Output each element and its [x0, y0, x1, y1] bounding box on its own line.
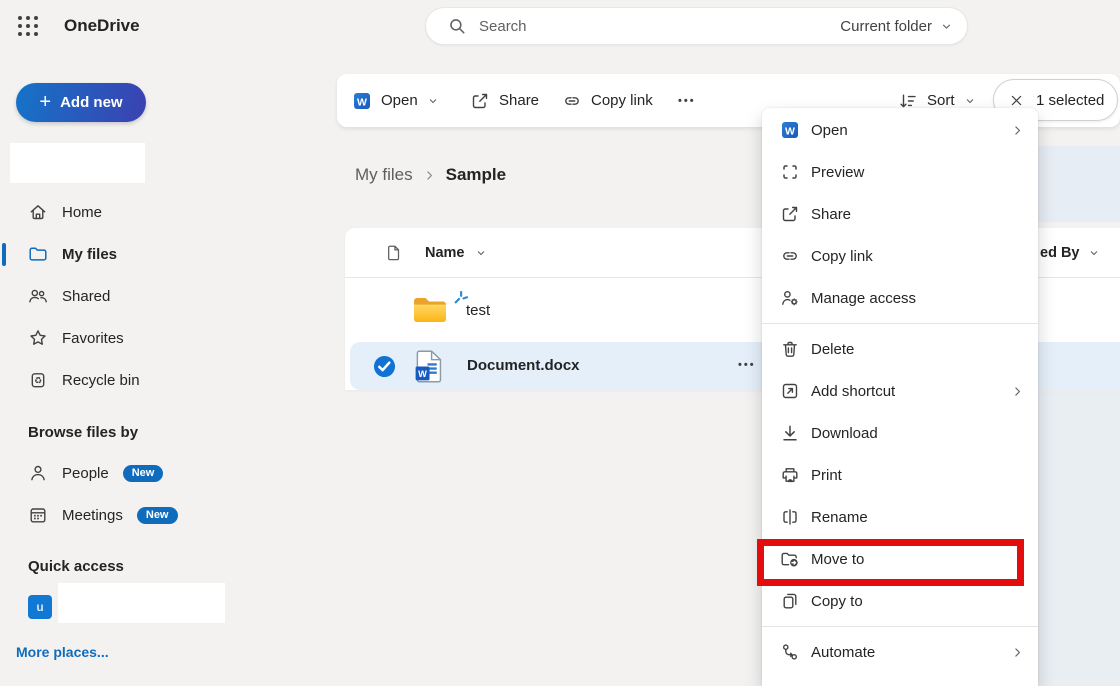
onedrive-window: OneDrive Search Current folder + Add new… [0, 0, 1120, 686]
menu-divider [762, 323, 1038, 324]
chevron-right-icon [1011, 124, 1024, 137]
chevron-right-icon [423, 169, 436, 182]
svg-text:W: W [785, 125, 795, 137]
chevron-down-icon [427, 95, 439, 107]
svg-text:W: W [418, 369, 427, 379]
calendar-icon [28, 505, 48, 525]
link-icon [562, 91, 582, 111]
sidebar-item-recycle-bin[interactable]: ♻ Recycle bin [10, 359, 240, 401]
sidebar-item-meetings[interactable]: Meetings New [10, 494, 240, 536]
menu-item-move-to[interactable]: Move to [762, 538, 1038, 580]
file-name[interactable]: test [466, 302, 490, 319]
background-panel [1038, 392, 1120, 686]
copy-to-icon [780, 591, 800, 611]
redacted-user-info [10, 143, 145, 183]
person-icon [28, 463, 48, 483]
new-badge: New [123, 465, 164, 482]
menu-item-share[interactable]: Share [762, 193, 1038, 235]
more-places-link[interactable]: More places... [16, 644, 109, 660]
chevron-down-icon [1088, 247, 1100, 259]
sidebar-item-people[interactable]: People New [10, 452, 240, 494]
breadcrumb-parent[interactable]: My files [355, 165, 413, 185]
search-icon [448, 17, 467, 36]
manage-access-icon [780, 288, 800, 308]
folder-icon [413, 296, 447, 322]
chevron-right-icon [1011, 646, 1024, 659]
file-type-column-icon[interactable] [385, 244, 403, 262]
selected-check-icon[interactable] [373, 355, 396, 378]
add-new-button[interactable]: + Add new [16, 83, 146, 122]
menu-item-print[interactable]: Print [762, 454, 1038, 496]
redacted-quick-access-item[interactable] [58, 583, 225, 623]
share-icon [780, 204, 800, 224]
app-launcher-waffle-icon[interactable] [16, 14, 42, 40]
link-icon [780, 246, 800, 266]
share-button[interactable]: Share [470, 74, 539, 127]
sidebar-item-favorites[interactable]: Favorites [10, 317, 240, 359]
background-panel [1038, 146, 1120, 222]
open-button[interactable]: W Open [352, 74, 439, 127]
menu-item-delete[interactable]: Delete [762, 328, 1038, 370]
printer-icon [780, 465, 800, 485]
trash-icon [780, 339, 800, 359]
folder-icon [28, 244, 48, 264]
chevron-right-icon [1011, 385, 1024, 398]
preview-icon [780, 162, 800, 182]
name-column-header[interactable]: Name [425, 245, 487, 261]
automate-icon [780, 642, 800, 662]
search-input[interactable]: Search [479, 18, 840, 35]
ellipsis-icon: ••• [678, 95, 696, 107]
copy-link-button[interactable]: Copy link [562, 74, 653, 127]
word-icon: W [780, 120, 800, 140]
menu-item-preview[interactable]: Preview [762, 151, 1038, 193]
file-name[interactable]: Document.docx [467, 357, 580, 374]
word-file-icon: W [415, 350, 442, 383]
svg-text:W: W [357, 96, 367, 108]
breadcrumb-current: Sample [446, 165, 506, 185]
sidebar-item-my-files[interactable]: My files [10, 233, 240, 275]
plus-icon: + [39, 92, 51, 112]
quick-access-heading: Quick access [28, 558, 124, 575]
context-menu: W Open Preview Share Copy link [762, 108, 1038, 686]
app-title: OneDrive [64, 16, 140, 36]
move-to-icon [780, 549, 800, 569]
menu-item-open[interactable]: W Open [762, 109, 1038, 151]
active-nav-indicator [2, 243, 6, 266]
modified-by-column-header[interactable]: ed By [1040, 245, 1100, 261]
menu-item-automate[interactable]: Automate [762, 631, 1038, 673]
sidebar-item-shared[interactable]: Shared [10, 275, 240, 317]
star-icon [28, 328, 48, 348]
breadcrumb: My files Sample [355, 165, 506, 185]
menu-item-copy-to[interactable]: Copy to [762, 580, 1038, 622]
search-scope-dropdown[interactable]: Current folder [840, 18, 953, 35]
svg-text:♻: ♻ [34, 377, 42, 387]
menu-item-download[interactable]: Download [762, 412, 1038, 454]
quick-access-site-tile[interactable]: u [28, 595, 52, 619]
menu-item-manage-access[interactable]: Manage access [762, 277, 1038, 319]
chevron-down-icon [964, 95, 976, 107]
new-badge: New [137, 507, 178, 524]
rename-icon [780, 507, 800, 527]
row-actions-ellipsis-icon[interactable]: ••• [738, 359, 756, 371]
home-icon [28, 202, 48, 222]
download-icon [780, 423, 800, 443]
more-commands-button[interactable]: ••• [678, 74, 696, 127]
share-icon [470, 91, 490, 111]
people-pair-icon [28, 286, 48, 306]
menu-item-copy-link[interactable]: Copy link [762, 235, 1038, 277]
word-icon: W [352, 91, 372, 111]
menu-item-add-shortcut[interactable]: Add shortcut [762, 370, 1038, 412]
chevron-down-icon [940, 20, 953, 33]
recycle-bin-icon: ♻ [28, 370, 48, 390]
sidebar-item-home[interactable]: Home [10, 191, 240, 233]
search-bar[interactable]: Search Current folder [425, 7, 968, 45]
browse-files-by-heading: Browse files by [28, 424, 138, 441]
menu-divider [762, 626, 1038, 627]
close-icon [1009, 93, 1024, 108]
menu-item-rename[interactable]: Rename [762, 496, 1038, 538]
add-shortcut-icon [780, 381, 800, 401]
chevron-down-icon [475, 247, 487, 259]
